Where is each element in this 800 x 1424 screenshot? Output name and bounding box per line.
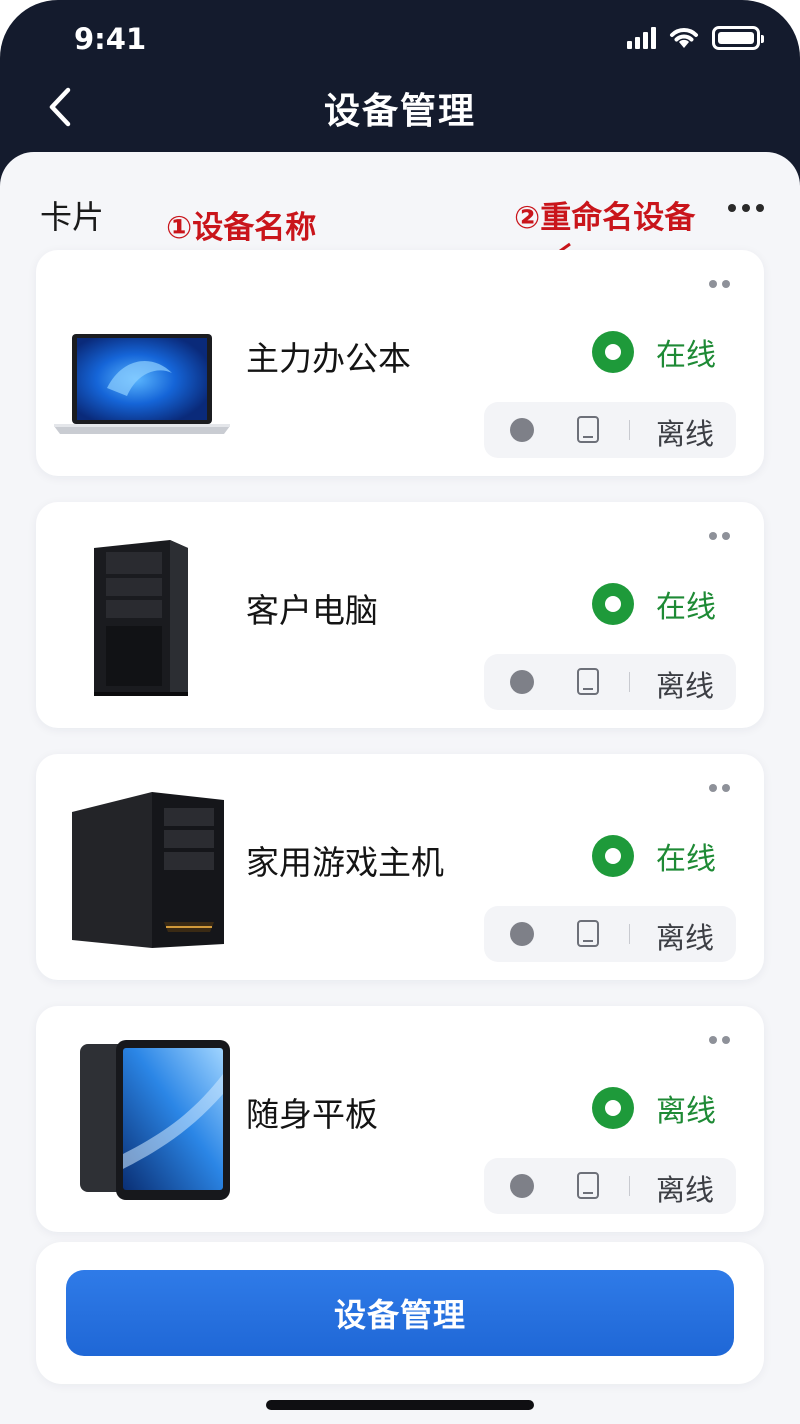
desktop-tower-image [94, 540, 188, 696]
status-pill: 离线 [484, 1158, 736, 1214]
device-name[interactable]: 家用游戏主机 [246, 836, 444, 884]
status-indicator: 在线 [592, 330, 716, 374]
card-more-icon[interactable] [709, 784, 730, 792]
more-options-icon[interactable] [728, 204, 764, 212]
device-card[interactable]: 家用游戏主机 在线 离线 [36, 754, 764, 980]
annotation-device-name: ①设备名称 [166, 210, 317, 246]
signal-icon [627, 27, 656, 49]
phone-screen: 9:41 设备管理 卡片 ①设备名称 ②重命名设备 主力办公本 在线 离线 客户… [0, 0, 800, 1424]
status-indicator: 在线 [592, 834, 716, 878]
device-name[interactable]: 主力办公本 [246, 332, 411, 380]
status-indicator: 在线 [592, 582, 716, 626]
offline-label: 离线 [656, 921, 715, 955]
status-ring-icon [592, 1087, 634, 1129]
status-label: 在线 [656, 338, 716, 373]
laptop-image [54, 334, 230, 434]
page-title: 设备管理 [323, 91, 476, 132]
device-icon [577, 668, 599, 695]
status-indicator: 离线 [592, 1086, 716, 1130]
status-label: 在线 [656, 842, 716, 877]
wifi-icon [670, 28, 698, 48]
divider [629, 420, 630, 440]
card-more-icon[interactable] [709, 532, 730, 540]
status-icons [627, 26, 764, 50]
annotation-rename-device: ②重命名设备 [514, 200, 696, 236]
status-pill: 离线 [484, 906, 736, 962]
offline-dot-icon [510, 1174, 534, 1198]
gaming-pc-image [72, 792, 224, 948]
device-icon [577, 920, 599, 947]
device-management-button[interactable]: 设备管理 [66, 1270, 734, 1356]
status-label: 离线 [656, 1094, 716, 1129]
status-time: 9:41 [74, 22, 147, 56]
device-card[interactable]: 主力办公本 在线 离线 [36, 250, 764, 476]
device-card[interactable]: 客户电脑 在线 离线 [36, 502, 764, 728]
device-icon [577, 1172, 599, 1199]
content-sheet: 卡片 ①设备名称 ②重命名设备 主力办公本 在线 离线 客户电脑 在线 离线 家… [0, 152, 800, 1424]
device-name[interactable]: 客户电脑 [246, 584, 378, 632]
divider [629, 1176, 630, 1196]
device-icon [577, 416, 599, 443]
divider [629, 924, 630, 944]
divider [629, 672, 630, 692]
status-pill: 离线 [484, 402, 736, 458]
card-more-icon[interactable] [709, 280, 730, 288]
status-label: 在线 [656, 590, 716, 625]
device-card[interactable]: 随身平板 离线 离线 [36, 1006, 764, 1232]
status-ring-icon [592, 835, 634, 877]
offline-dot-icon [510, 922, 534, 946]
offline-dot-icon [510, 670, 534, 694]
status-ring-icon [592, 583, 634, 625]
home-indicator [266, 1400, 534, 1410]
offline-dot-icon [510, 418, 534, 442]
offline-label: 离线 [656, 417, 715, 451]
tablet-image [80, 1040, 230, 1200]
card-more-icon[interactable] [709, 1036, 730, 1044]
device-name[interactable]: 随身平板 [246, 1088, 378, 1136]
bottom-panel: 设备管理 [36, 1242, 764, 1384]
section-label: 卡片 [40, 198, 105, 236]
offline-label: 离线 [656, 1173, 715, 1207]
status-ring-icon [592, 331, 634, 373]
offline-label: 离线 [656, 669, 715, 703]
battery-icon [712, 26, 764, 50]
status-pill: 离线 [484, 654, 736, 710]
